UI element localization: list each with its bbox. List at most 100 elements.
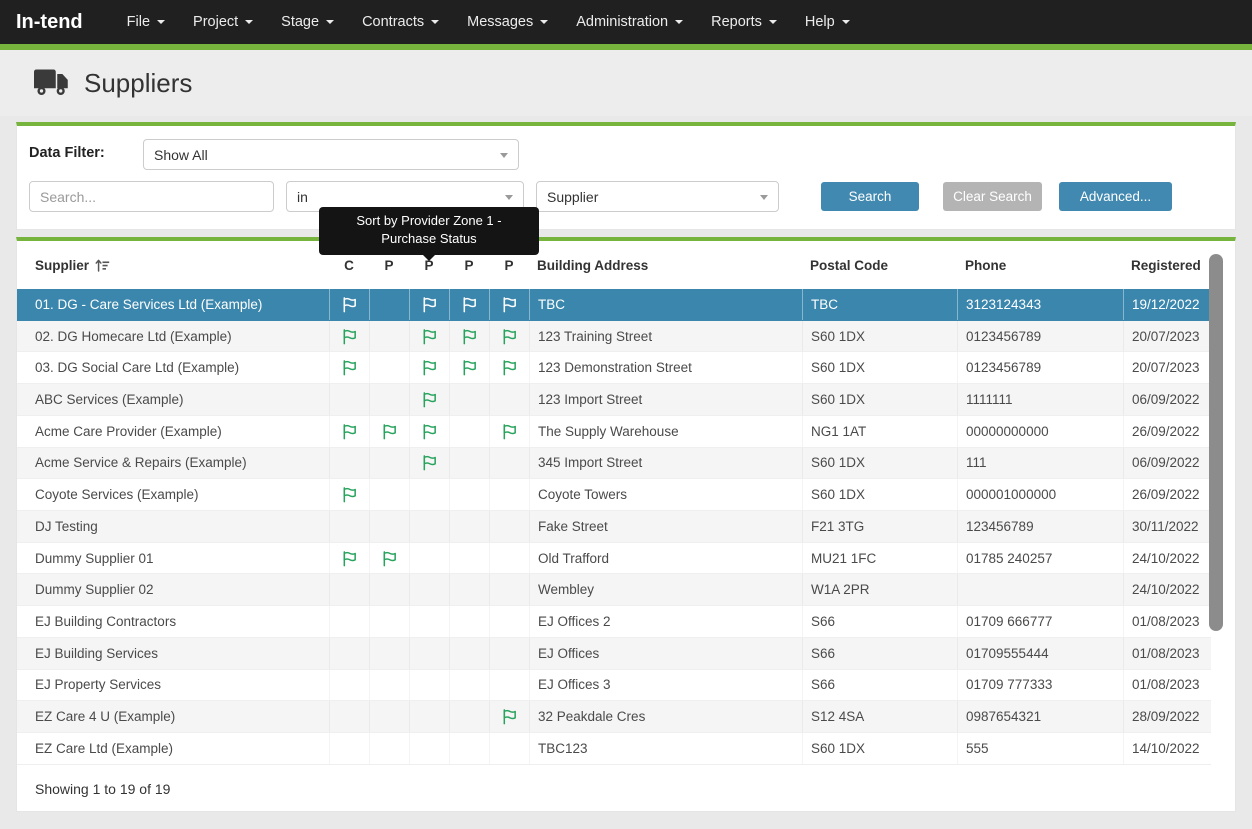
- cell-flag-3: [409, 511, 449, 542]
- cell-building: Coyote Towers: [529, 479, 802, 510]
- cell-flag-2: [369, 638, 409, 669]
- table-row[interactable]: Dummy Supplier 02WembleyW1A 2PR24/10/202…: [17, 574, 1211, 606]
- table-row[interactable]: DJ TestingFake StreetF21 3TG12345678930/…: [17, 511, 1211, 543]
- search-button[interactable]: Search: [821, 182, 919, 211]
- cell-flag-5: [489, 384, 529, 415]
- table-row[interactable]: 03. DG Social Care Ltd (Example)123 Demo…: [17, 352, 1211, 384]
- column-header-flag-1[interactable]: C: [329, 258, 369, 273]
- column-header-building[interactable]: Building Address: [529, 258, 802, 273]
- clear-search-button[interactable]: Clear Search: [943, 182, 1042, 211]
- column-header-postal[interactable]: Postal Code: [802, 258, 957, 273]
- cell-postal: F21 3TG: [802, 511, 957, 542]
- cell-flag-1: [329, 606, 369, 637]
- cell-flag-5: [489, 638, 529, 669]
- table-row[interactable]: EZ Care Ltd (Example)TBC123S60 1DX55514/…: [17, 733, 1211, 765]
- cell-building: EJ Offices 2: [529, 606, 802, 637]
- nav-item-stage[interactable]: Stage: [267, 5, 348, 39]
- cell-flag-4: [449, 511, 489, 542]
- cell-flag-5: [489, 733, 529, 764]
- cell-flag-4: [449, 416, 489, 447]
- cell-flag-1: [329, 638, 369, 669]
- advanced-button[interactable]: Advanced...: [1059, 182, 1172, 211]
- column-header-flag-4[interactable]: P: [449, 258, 489, 273]
- cell-building: 345 Import Street: [529, 448, 802, 479]
- flag-icon: [341, 423, 358, 440]
- column-header-flag-5[interactable]: P: [489, 258, 529, 273]
- cell-building: The Supply Warehouse: [529, 416, 802, 447]
- cell-supplier: EJ Building Services: [17, 638, 329, 669]
- cell-phone: 01709 666777: [957, 606, 1123, 637]
- cell-postal: S12 4SA: [802, 701, 957, 732]
- nav-item-administration[interactable]: Administration: [562, 5, 697, 39]
- cell-registered: 14/10/2022: [1123, 733, 1211, 764]
- cell-registered: 06/09/2022: [1123, 384, 1211, 415]
- cell-postal: S66: [802, 638, 957, 669]
- cell-flag-1: [329, 511, 369, 542]
- cell-supplier: Dummy Supplier 01: [17, 543, 329, 574]
- search-input[interactable]: [29, 181, 274, 212]
- nav-item-contracts[interactable]: Contracts: [348, 5, 453, 39]
- cell-flag-5: [489, 352, 529, 383]
- nav-item-label: Project: [193, 14, 238, 30]
- cell-phone: [957, 574, 1123, 605]
- table-row[interactable]: ABC Services (Example)123 Import StreetS…: [17, 384, 1211, 416]
- app-brand[interactable]: In-tend: [16, 11, 83, 34]
- flag-icon: [381, 423, 398, 440]
- cell-registered: 20/07/2023: [1123, 321, 1211, 352]
- cell-flag-4: [449, 606, 489, 637]
- field-select[interactable]: Supplier: [536, 181, 779, 212]
- cell-flag-3: [409, 733, 449, 764]
- cell-flag-3: [409, 416, 449, 447]
- cell-supplier: Acme Service & Repairs (Example): [17, 448, 329, 479]
- cell-registered: 30/11/2022: [1123, 511, 1211, 542]
- table-row[interactable]: Coyote Services (Example)Coyote TowersS6…: [17, 479, 1211, 511]
- cell-supplier: 01. DG - Care Services Ltd (Example): [17, 289, 329, 320]
- cell-flag-5: [489, 543, 529, 574]
- table-row[interactable]: EZ Care 4 U (Example)32 Peakdale CresS12…: [17, 701, 1211, 733]
- nav-item-messages[interactable]: Messages: [453, 5, 562, 39]
- flag-icon: [421, 328, 438, 345]
- table-row[interactable]: EJ Property ServicesEJ Offices 3S6601709…: [17, 670, 1211, 702]
- column-header-supplier[interactable]: Supplier: [17, 257, 329, 274]
- column-header-flag-2[interactable]: P: [369, 258, 409, 273]
- nav-item-file[interactable]: File: [113, 5, 179, 39]
- table-row[interactable]: Dummy Supplier 01Old TraffordMU21 1FC017…: [17, 543, 1211, 575]
- cell-registered: 24/10/2022: [1123, 574, 1211, 605]
- table-row[interactable]: EJ Building ContractorsEJ Offices 2S6601…: [17, 606, 1211, 638]
- cell-flag-2: [369, 574, 409, 605]
- cell-phone: 00000000000: [957, 416, 1123, 447]
- nav-item-label: Reports: [711, 14, 762, 30]
- cell-phone: 0987654321: [957, 701, 1123, 732]
- cell-flag-1: [329, 384, 369, 415]
- cell-phone: 123456789: [957, 511, 1123, 542]
- nav-item-help[interactable]: Help: [791, 5, 864, 39]
- column-header-phone[interactable]: Phone: [957, 258, 1123, 273]
- table-row[interactable]: 01. DG - Care Services Ltd (Example)TBCT…: [17, 289, 1211, 321]
- table-row[interactable]: Acme Service & Repairs (Example) 345 Impo…: [17, 448, 1211, 480]
- nav-item-project[interactable]: Project: [179, 5, 267, 39]
- cell-supplier: 03. DG Social Care Ltd (Example): [17, 352, 329, 383]
- cell-registered: 26/09/2022: [1123, 416, 1211, 447]
- table-row[interactable]: EJ Building ServicesEJ OfficesS660170955…: [17, 638, 1211, 670]
- cell-postal: NG1 1AT: [802, 416, 957, 447]
- cell-supplier: DJ Testing: [17, 511, 329, 542]
- column-header-registered[interactable]: Registered: [1123, 258, 1211, 273]
- cell-flag-1: [329, 574, 369, 605]
- flag-icon: [341, 486, 358, 503]
- cell-supplier: EJ Building Contractors: [17, 606, 329, 637]
- cell-phone: 000001000000: [957, 479, 1123, 510]
- cell-flag-5: [489, 606, 529, 637]
- cell-phone: 01709 777333: [957, 670, 1123, 701]
- table-row[interactable]: Acme Care Provider (Example)The Supply W…: [17, 416, 1211, 448]
- table-scrollbar[interactable]: [1209, 254, 1223, 631]
- sort-tooltip: Sort by Provider Zone 1 - Purchase Statu…: [319, 207, 539, 255]
- cell-flag-4: [449, 733, 489, 764]
- table-row[interactable]: 02. DG Homecare Ltd (Example)123 Trainin…: [17, 321, 1211, 353]
- cell-flag-4: [449, 352, 489, 383]
- cell-flag-5: [489, 479, 529, 510]
- cell-flag-5: [489, 289, 529, 320]
- cell-flag-1: [329, 448, 369, 479]
- data-filter-select[interactable]: Show All: [143, 139, 519, 170]
- nav-item-reports[interactable]: Reports: [697, 5, 791, 39]
- cell-building: 123 Import Street: [529, 384, 802, 415]
